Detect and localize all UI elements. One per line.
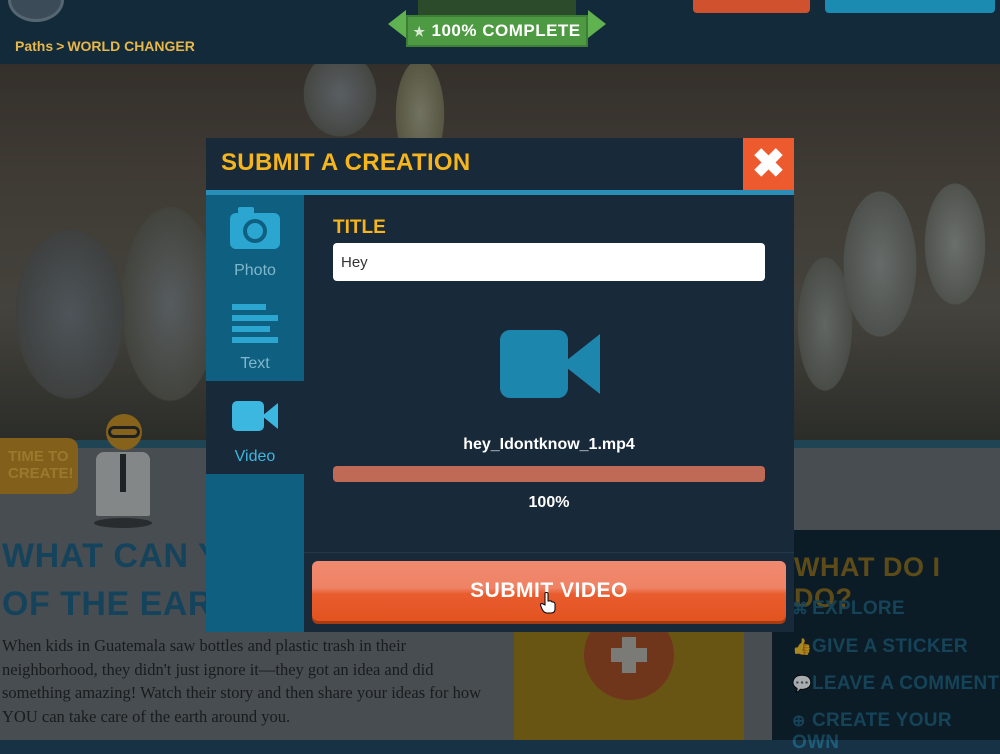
avatar[interactable] [8, 0, 64, 22]
breadcrumb-root-link[interactable]: Paths [15, 38, 53, 54]
breadcrumb-current[interactable]: WORLD CHANGER [67, 38, 195, 54]
ribbon-tail-left [388, 10, 406, 38]
uploaded-file-name: hey_Idontknow_1.mp4 [463, 436, 635, 453]
tab-photo-label: Photo [234, 262, 276, 279]
top-nav: ★ 100% COMPLETE Paths > WORLD CHANGER [0, 0, 1000, 64]
tab-video-label: Video [234, 448, 276, 465]
top-action-button-blue[interactable] [825, 0, 995, 13]
submit-creation-modal: SUBMIT A CREATION ✖ Photo Text Video TIT… [206, 138, 794, 632]
title-field[interactable] [333, 243, 765, 281]
tab-photo[interactable]: Photo [206, 195, 304, 288]
star-icon: ★ [413, 24, 426, 39]
creation-type-tabs: Photo Text Video [206, 195, 304, 632]
upload-progress-label: 100% [528, 494, 570, 511]
tab-video[interactable]: Video [206, 381, 304, 474]
completion-badge: ★ 100% COMPLETE [388, 0, 606, 48]
hand-cursor-icon [540, 592, 556, 614]
tab-text-label: Text [240, 355, 270, 372]
close-button[interactable]: ✖ [743, 138, 794, 190]
upload-progress-fill [333, 466, 765, 482]
top-action-button-orange[interactable] [693, 0, 810, 13]
completion-text: 100% COMPLETE [431, 21, 581, 40]
completion-ribbon: ★ 100% COMPLETE [406, 15, 588, 47]
modal-title: SUBMIT A CREATION [221, 149, 471, 176]
breadcrumb-separator: > [56, 38, 65, 54]
video-camera-icon [232, 401, 278, 431]
tab-text[interactable]: Text [206, 288, 304, 381]
form-divider [304, 552, 794, 553]
badge-emblem [418, 0, 576, 16]
breadcrumb: Paths > WORLD CHANGER [15, 38, 195, 54]
modal-header: SUBMIT A CREATION ✖ [206, 138, 794, 190]
close-icon: ✖ [751, 142, 786, 186]
title-field-label: TITLE [333, 217, 386, 238]
video-preview-icon [500, 330, 600, 398]
upload-progress-bar [333, 466, 765, 482]
video-upload-form: TITLE hey_Idontknow_1.mp4 100% SUBMIT VI… [304, 195, 794, 632]
camera-icon [230, 207, 280, 249]
text-lines-icon [232, 304, 278, 343]
ribbon-tail-right [588, 10, 606, 38]
